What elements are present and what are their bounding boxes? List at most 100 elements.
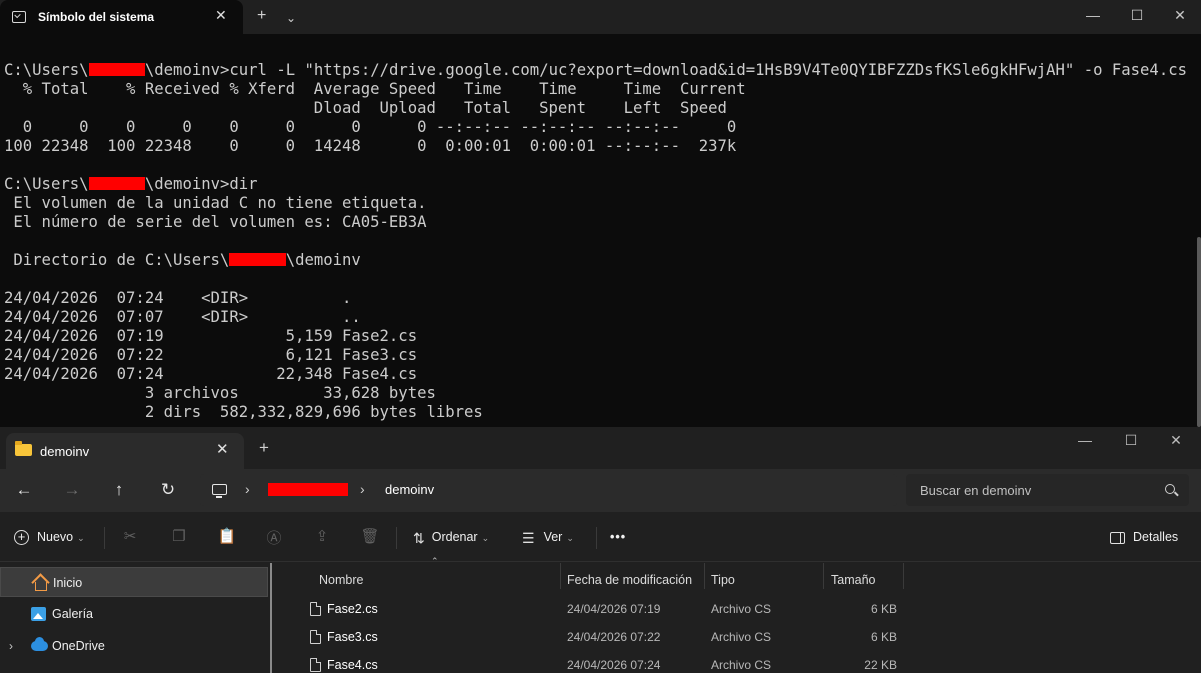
terminal-line: El número de serie del volumen es: CA05-… bbox=[4, 213, 1194, 232]
up-arrow-icon[interactable]: ↑ bbox=[107, 479, 131, 501]
plus-icon: + bbox=[14, 530, 29, 546]
chevron-down-icon: ⌄ bbox=[481, 533, 490, 543]
minimize-icon[interactable]: — bbox=[1075, 432, 1095, 448]
copy-icon[interactable]: ❐ bbox=[169, 527, 189, 545]
maximize-icon[interactable]: ☐ bbox=[1121, 432, 1141, 449]
close-tab-icon[interactable]: ✕ bbox=[216, 440, 229, 458]
terminal-text: 24/04/2026 07:24 <DIR> . bbox=[4, 289, 352, 307]
explorer-tab[interactable]: demoinv ✕ bbox=[6, 433, 244, 469]
console-icon bbox=[12, 11, 26, 23]
view-button[interactable]: ☰ Ver ⌄ bbox=[522, 526, 574, 548]
column-header-type[interactable]: Tipo bbox=[711, 568, 735, 592]
search-input[interactable] bbox=[906, 474, 1189, 506]
nav-item-onedrive[interactable]: › OneDrive bbox=[0, 631, 268, 661]
file-list: ⌃ Nombre Fecha de modificación Tipo Tama… bbox=[286, 556, 1201, 673]
terminal-line: 3 archivos 33,628 bytes bbox=[4, 384, 1194, 403]
column-header-date[interactable]: Fecha de modificación bbox=[567, 568, 692, 592]
terminal-text: 24/04/2026 07:24 22,348 Fase4.cs bbox=[4, 365, 418, 383]
nav-item-label: Inicio bbox=[53, 576, 83, 590]
terminal-line: Dload Upload Total Spent Left Speed bbox=[4, 99, 1194, 118]
terminal-text: 24/04/2026 07:22 6,121 Fase3.cs bbox=[4, 346, 418, 364]
share-icon[interactable]: ⇪ bbox=[312, 527, 332, 545]
nav-item-home[interactable]: Inicio bbox=[0, 567, 268, 597]
delete-icon[interactable]: 🗑 bbox=[360, 527, 380, 545]
terminal-titlebar: Símbolo del sistema ✕ + ⌄ — ☐ ✕ bbox=[0, 0, 1201, 34]
terminal-text: El número de serie del volumen es: CA05-… bbox=[4, 213, 427, 231]
nav-item-label: Galería bbox=[52, 607, 93, 621]
details-pane-icon bbox=[1110, 531, 1125, 544]
chevron-right-icon[interactable]: › bbox=[245, 481, 250, 497]
forward-arrow-icon[interactable]: → bbox=[60, 479, 84, 501]
sort-button[interactable]: ⇅ Ordenar ⌄ bbox=[413, 526, 489, 548]
file-row[interactable]: Fase3.cs 24/04/2026 07:22 Archivo CS 6 K… bbox=[286, 624, 1201, 652]
chevron-right-icon[interactable]: › bbox=[9, 631, 13, 661]
rename-icon[interactable]: Ⓐ bbox=[264, 527, 284, 548]
search-icon[interactable] bbox=[1165, 484, 1175, 494]
terminal-line: 24/04/2026 07:19 5,159 Fase2.cs bbox=[4, 327, 1194, 346]
file-explorer-window: demoinv ✕ + — ☐ ✕ ← → ↑ ↻ › › demoinv + N… bbox=[0, 427, 1201, 673]
new-button-label: Nuevo bbox=[37, 530, 74, 544]
column-header-name[interactable]: Nombre bbox=[319, 568, 363, 592]
file-type: Archivo CS bbox=[711, 630, 772, 644]
file-row[interactable]: Fase4.cs 24/04/2026 07:24 Archivo CS 22 … bbox=[286, 652, 1201, 673]
paste-icon[interactable]: 📋 bbox=[217, 527, 237, 545]
file-name: Fase2.cs bbox=[327, 602, 378, 616]
terminal-output[interactable]: C:\Users\ \demoinv>curl -L "https://drive… bbox=[4, 61, 1194, 422]
new-tab-icon[interactable]: + bbox=[257, 6, 266, 26]
column-header-size[interactable]: Tamaño bbox=[831, 568, 875, 592]
terminal-tab-title: Símbolo del sistema bbox=[38, 10, 155, 24]
terminal-line: 24/04/2026 07:24 22,348 Fase4.cs bbox=[4, 365, 1194, 384]
terminal-text: \demoinv>dir bbox=[144, 175, 258, 193]
column-divider[interactable] bbox=[560, 563, 561, 589]
file-row[interactable]: Fase2.cs 24/04/2026 07:19 Archivo CS 6 K… bbox=[286, 596, 1201, 624]
more-options-icon[interactable]: ••• bbox=[610, 526, 626, 548]
terminal-text: 100 22348 100 22348 0 0 14248 0 0:00:01 … bbox=[4, 137, 737, 155]
file-icon bbox=[310, 658, 321, 672]
file-date: 24/04/2026 07:19 bbox=[567, 602, 661, 616]
column-divider[interactable] bbox=[903, 563, 904, 589]
toolbar-divider bbox=[396, 527, 397, 549]
close-window-icon[interactable]: ✕ bbox=[1166, 432, 1186, 449]
address-bar[interactable]: › › demoinv bbox=[200, 474, 897, 506]
details-button[interactable]: Detalles bbox=[1110, 526, 1178, 548]
terminal-scrollbar[interactable] bbox=[1197, 237, 1201, 427]
terminal-line: 100 22348 100 22348 0 0 14248 0 0:00:01 … bbox=[4, 137, 1194, 156]
nav-scrollbar[interactable] bbox=[270, 563, 272, 673]
file-name: Fase3.cs bbox=[327, 630, 378, 644]
terminal-text: El volumen de la unidad C no tiene etiqu… bbox=[4, 194, 427, 212]
new-button[interactable]: + Nuevo ⌄ bbox=[14, 526, 85, 548]
file-icon bbox=[310, 630, 321, 644]
breadcrumb-current[interactable]: demoinv bbox=[385, 482, 434, 497]
refresh-icon[interactable]: ↻ bbox=[156, 479, 180, 501]
close-tab-icon[interactable]: ✕ bbox=[215, 7, 227, 24]
terminal-line: 2 dirs 582,332,829,696 bytes libres bbox=[4, 403, 1194, 422]
computer-icon bbox=[212, 484, 227, 498]
terminal-line: El volumen de la unidad C no tiene etiqu… bbox=[4, 194, 1194, 213]
new-tab-icon[interactable]: + bbox=[259, 438, 269, 458]
back-arrow-icon[interactable]: ← bbox=[12, 479, 36, 501]
terminal-text: 24/04/2026 07:07 <DIR> .. bbox=[4, 308, 361, 326]
nav-item-gallery[interactable]: Galería bbox=[0, 599, 268, 629]
terminal-text: 24/04/2026 07:19 5,159 Fase2.cs bbox=[4, 327, 418, 345]
search-box[interactable] bbox=[906, 474, 1189, 506]
terminal-window: Símbolo del sistema ✕ + ⌄ — ☐ ✕ C:\Users… bbox=[0, 0, 1201, 430]
minimize-icon[interactable]: — bbox=[1083, 6, 1103, 24]
explorer-tabbar: demoinv ✕ + — ☐ ✕ bbox=[0, 427, 1201, 469]
redacted-username bbox=[88, 63, 145, 76]
close-window-icon[interactable]: ✕ bbox=[1170, 6, 1190, 24]
column-divider[interactable] bbox=[823, 563, 824, 589]
terminal-text: % Total % Received % Xferd Average Speed… bbox=[4, 80, 746, 98]
chevron-down-icon: ⌄ bbox=[77, 533, 85, 543]
maximize-icon[interactable]: ☐ bbox=[1127, 6, 1147, 24]
column-divider[interactable] bbox=[704, 563, 705, 589]
terminal-text: C:\Users\ bbox=[4, 175, 89, 193]
terminal-line: C:\Users\ \demoinv>curl -L "https://drive… bbox=[4, 61, 1194, 80]
cut-icon[interactable]: ✂ bbox=[120, 527, 140, 545]
terminal-line: Directorio de C:\Users\ \demoinv bbox=[4, 251, 1194, 270]
terminal-tab[interactable]: Símbolo del sistema ✕ bbox=[0, 0, 243, 34]
chevron-right-icon[interactable]: › bbox=[360, 481, 365, 497]
chevron-down-icon[interactable]: ⌄ bbox=[286, 8, 296, 28]
folder-icon bbox=[15, 441, 32, 456]
